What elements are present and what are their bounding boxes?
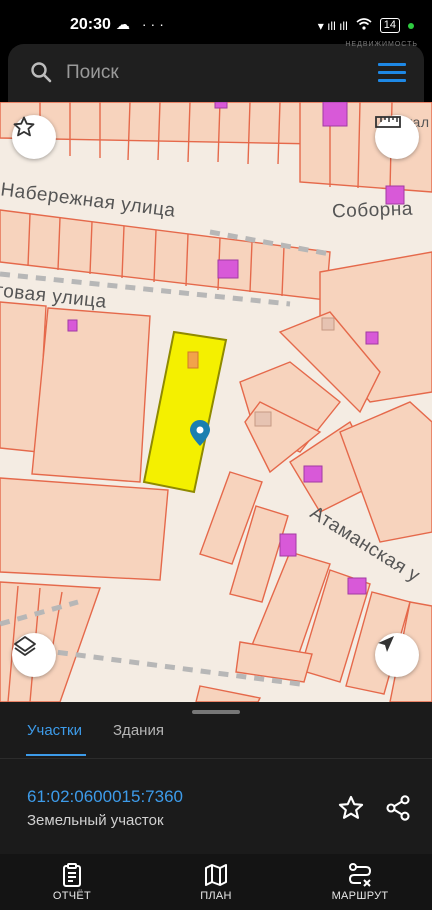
search-icon[interactable]: [30, 61, 52, 88]
nav-report-label: ОТЧЁТ: [52, 890, 92, 902]
wifi-icon: [356, 18, 372, 33]
nav-plan-label: ПЛАН: [200, 890, 232, 902]
search-bar[interactable]: Поиск: [8, 44, 424, 102]
privacy-dot-icon: [408, 22, 414, 29]
share-icon[interactable]: [384, 794, 412, 827]
my-location-button[interactable]: [375, 633, 419, 677]
status-right: ▾ ıll ıll 14: [318, 18, 414, 33]
nav-report[interactable]: ОТЧЁТ: [17, 854, 127, 910]
menu-icon[interactable]: [378, 63, 406, 87]
tab-buildings[interactable]: Здания: [113, 722, 164, 739]
map-plan-icon: [203, 862, 229, 893]
drag-handle[interactable]: [192, 710, 240, 714]
active-tab-indicator: [26, 754, 86, 756]
star-outline-icon: [13, 116, 35, 137]
star-icon[interactable]: [337, 794, 365, 827]
report-icon: [59, 862, 85, 893]
watermark-text: НЕДВИЖИМОСТЬ: [345, 41, 418, 48]
nav-route-label: МАРШРУТ: [331, 890, 389, 902]
ruler-button[interactable]: [375, 115, 419, 159]
property-type: Земельный участок: [27, 812, 164, 829]
ruler-icon: [375, 116, 401, 128]
status-time: 20:30: [70, 16, 111, 33]
nav-route[interactable]: МАРШРУТ: [305, 854, 415, 910]
map-view[interactable]: Набережная улица Соборна говая улица Ата…: [0, 102, 432, 702]
street-label-sobornaya: Соборна: [331, 198, 414, 223]
bottom-navigation: ОТЧЁТ ПЛАН МАРШРУТ: [0, 854, 432, 910]
search-input[interactable]: Поиск: [66, 62, 119, 84]
layers-icon: [14, 636, 36, 656]
signal-icon: ▾ ıll ıll: [317, 18, 348, 33]
selected-parcel[interactable]: [142, 330, 228, 494]
layers-button[interactable]: [12, 633, 56, 677]
cadastral-number-link[interactable]: 61:02:0600015:7360: [27, 787, 183, 807]
favorite-map-button[interactable]: [12, 115, 56, 159]
battery-icon: 14: [379, 18, 400, 33]
nav-plan[interactable]: ПЛАН: [161, 854, 271, 910]
notification-icons: ☁ ···: [116, 16, 168, 32]
route-icon: [347, 862, 373, 893]
status-bar: 20:30 ☁ ··· ▾ ıll ıll 14: [0, 0, 432, 44]
tabs-divider: [0, 758, 432, 759]
navigation-arrow-icon: [378, 636, 394, 652]
tab-parcels[interactable]: Участки: [27, 722, 82, 739]
